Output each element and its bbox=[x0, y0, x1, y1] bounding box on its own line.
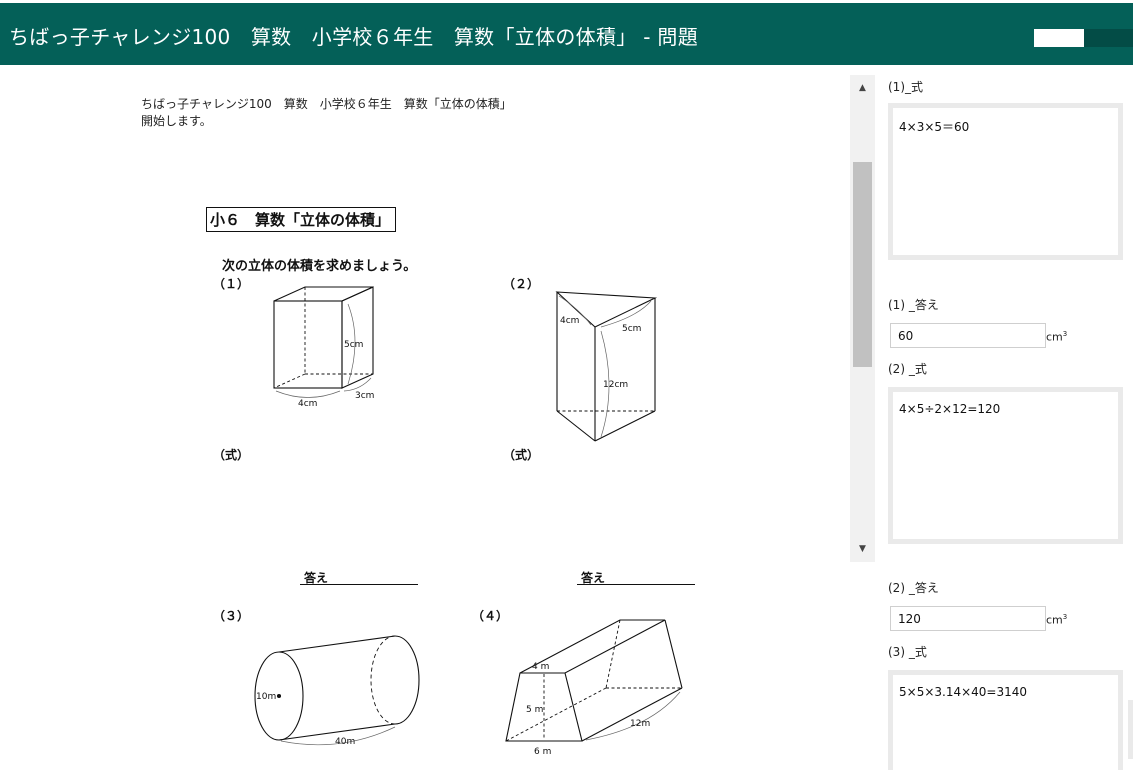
figure-cylinder: 10m 40m bbox=[254, 635, 420, 747]
fig2-side-b-label: 5cm bbox=[622, 324, 641, 334]
question-1-answer-line bbox=[300, 584, 418, 585]
scroll-down-button[interactable]: ▼ bbox=[850, 540, 875, 558]
q1-unit-text: cm bbox=[1046, 330, 1063, 344]
fig4-top-label: 4 m bbox=[532, 662, 549, 672]
q1-kotae-label: (1) _答え bbox=[888, 298, 939, 312]
q1-shiki-label: (1)_式 bbox=[888, 80, 923, 94]
q2-unit-text: cm bbox=[1046, 613, 1063, 627]
header-button-shadow bbox=[1084, 29, 1133, 47]
q1-shiki-textarea[interactable]: 4×3×5＝60 bbox=[893, 108, 1118, 255]
question-1-label: （１） bbox=[213, 277, 250, 291]
q3-shiki-label: (3) _式 bbox=[888, 645, 927, 659]
fig4-length-label: 12m bbox=[630, 719, 650, 729]
question-1-shiki-label: （式） bbox=[213, 448, 250, 462]
q2-shiki-textarea[interactable]: 4×5÷2×12=120 bbox=[893, 392, 1118, 539]
fig4-bottom-label: 6 m bbox=[534, 747, 551, 757]
intro-line-1: ちばっ子チャレンジ100 算数 小学校６年生 算数「立体の体積」 bbox=[141, 97, 512, 111]
figure-triangular-prism: 4cm 5cm 12cm bbox=[555, 291, 658, 442]
fig1-depth-label: 3cm bbox=[355, 391, 374, 401]
header-button[interactable] bbox=[1034, 29, 1084, 47]
answer-panel: (1)_式 4×3×5＝60 (1) _答え cm3 (2) _式 4×5÷2×… bbox=[876, 65, 1133, 770]
question-2-label: （２） bbox=[503, 277, 540, 291]
fig3-length-label: 40m bbox=[335, 737, 355, 747]
q3-shiki-textarea[interactable]: 5×5×3.14×40=3140 bbox=[893, 675, 1118, 770]
q2-kotae-input[interactable] bbox=[890, 606, 1046, 631]
question-2-answer-line bbox=[577, 584, 695, 585]
page-title: ちばっ子チャレンジ100 算数 小学校６年生 算数「立体の体積」 - 問題 bbox=[9, 25, 699, 49]
figure-trapezoidal-prism: 4 m 5 m 6 m 12m bbox=[505, 619, 683, 757]
q2-shiki-label: (2) _式 bbox=[888, 362, 927, 376]
fig4-height-label: 5 m bbox=[526, 705, 543, 715]
worksheet-title: 小６ 算数「立体の体積」 bbox=[206, 207, 397, 232]
scrollbar-thumb[interactable] bbox=[853, 162, 872, 367]
document-scrollbar[interactable]: ▲ ▼ bbox=[850, 75, 875, 562]
panel-edge bbox=[1128, 700, 1133, 759]
fig1-width-label: 4cm bbox=[298, 399, 317, 409]
figure-rectangular-prism: 5cm 4cm 3cm bbox=[273, 286, 374, 409]
problem-document: ちばっ子チャレンジ100 算数 小学校６年生 算数「立体の体積」 開始します。 … bbox=[0, 65, 850, 759]
q1-unit-exponent: 3 bbox=[1062, 330, 1068, 338]
app-header: ちばっ子チャレンジ100 算数 小学校６年生 算数「立体の体積」 - 問題 bbox=[0, 3, 1133, 65]
fig2-side-a-label: 4cm bbox=[560, 316, 579, 326]
fig1-height-label: 5cm bbox=[344, 340, 363, 350]
question-3-label: （３） bbox=[213, 609, 250, 623]
q1-kotae-input[interactable] bbox=[890, 323, 1046, 348]
q3-shiki-box: 5×5×3.14×40=3140 bbox=[888, 670, 1123, 770]
intro-line-2: 開始します。 bbox=[141, 114, 212, 128]
q2-unit-exponent: 3 bbox=[1062, 613, 1068, 621]
q2-shiki-box: 4×5÷2×12=120 bbox=[888, 387, 1123, 544]
q1-shiki-box: 4×3×5＝60 bbox=[888, 103, 1123, 260]
question-2-shiki-label: （式） bbox=[503, 448, 540, 462]
scroll-up-button[interactable]: ▲ bbox=[850, 79, 875, 97]
fig2-length-label: 12cm bbox=[603, 380, 628, 390]
fig3-diameter-label: 10m bbox=[256, 692, 276, 702]
q2-unit: cm3 bbox=[1046, 613, 1067, 627]
instruction-text: 次の立体の体積を求めましょう。 bbox=[222, 259, 417, 274]
intro-text: ちばっ子チャレンジ100 算数 小学校６年生 算数「立体の体積」 開始します。 bbox=[141, 96, 512, 130]
q2-kotae-label: (2) _答え bbox=[888, 581, 939, 595]
q1-unit: cm3 bbox=[1046, 330, 1067, 344]
